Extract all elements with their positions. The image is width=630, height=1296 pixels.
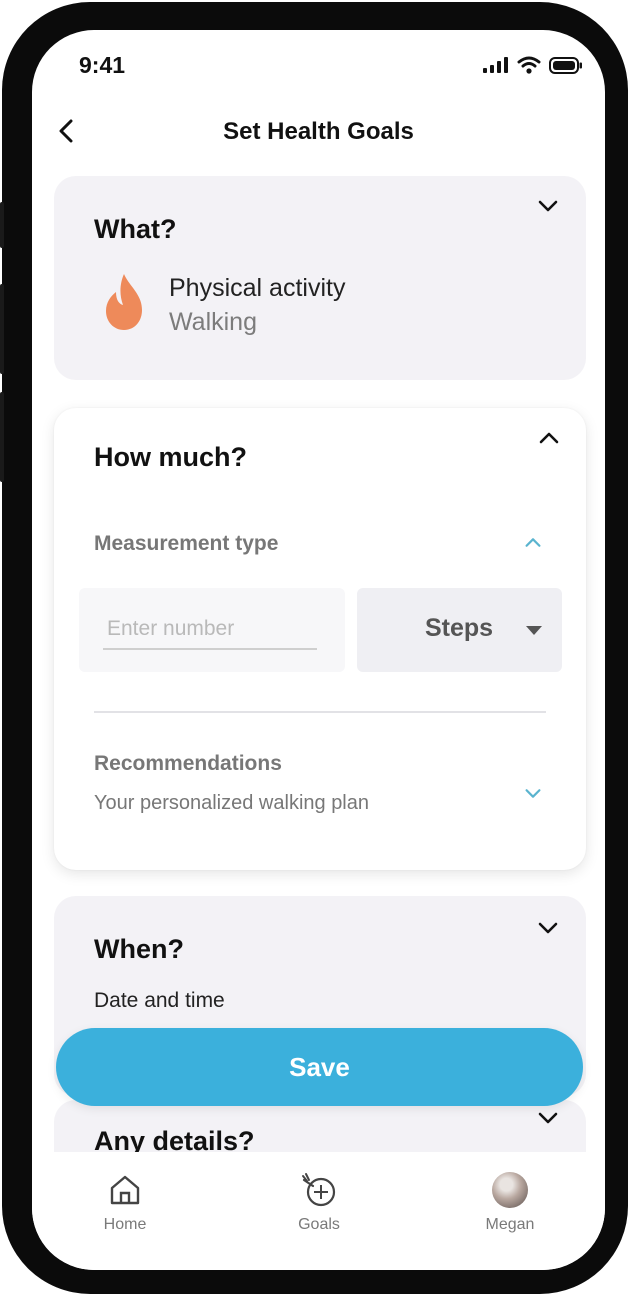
activity-type: Walking	[169, 308, 257, 336]
wifi-icon	[517, 56, 541, 74]
flame-icon	[106, 274, 142, 330]
chevron-down-icon[interactable]	[522, 782, 544, 804]
tab-bar: Home Goals Megan	[32, 1152, 605, 1270]
measurement-type-label: Measurement type	[94, 532, 279, 555]
how-much-card: How much? Measurement type Steps Recomme…	[54, 408, 586, 870]
divider	[94, 711, 546, 713]
home-icon	[110, 1175, 140, 1205]
what-card[interactable]: What? Physical activity Walking	[54, 176, 586, 380]
target-icon	[302, 1173, 336, 1207]
signal-icon	[483, 57, 508, 73]
tab-profile[interactable]: Megan	[460, 1162, 560, 1233]
tab-goals[interactable]: Goals	[269, 1162, 369, 1233]
avatar	[492, 1172, 528, 1208]
caret-down-icon	[526, 626, 542, 635]
chevron-down-icon[interactable]	[536, 1106, 560, 1130]
recommendations-label: Recommendations	[94, 752, 282, 775]
number-field-container	[79, 588, 345, 672]
chevron-up-icon[interactable]	[537, 426, 561, 450]
recommendations-text: Your personalized walking plan	[94, 792, 369, 814]
side-button	[0, 202, 4, 248]
tab-home-label: Home	[103, 1216, 147, 1233]
activity-name: Physical activity	[169, 274, 346, 302]
how-much-title: How much?	[94, 442, 247, 472]
chevron-down-icon[interactable]	[536, 194, 560, 218]
unit-selected: Steps	[425, 614, 494, 642]
tab-goals-label: Goals	[298, 1216, 340, 1233]
volume-up-button	[0, 284, 4, 374]
what-title: What?	[94, 214, 177, 244]
tab-profile-label: Megan	[485, 1216, 535, 1233]
volume-down-button	[0, 392, 4, 482]
save-button[interactable]: Save	[56, 1028, 583, 1106]
chevron-down-icon[interactable]	[536, 916, 560, 940]
page-title: Set Health Goals	[223, 118, 414, 145]
unit-dropdown[interactable]: Steps	[357, 588, 562, 672]
screen: 9:41 Set Health Goals What? Physical act…	[32, 30, 605, 1270]
battery-icon	[549, 56, 582, 74]
status-icons	[483, 56, 583, 74]
chevron-up-icon[interactable]	[522, 532, 544, 554]
when-subtitle: Date and time	[94, 989, 225, 1012]
number-input[interactable]	[103, 610, 317, 650]
tab-home[interactable]: Home	[75, 1162, 175, 1233]
phone-frame: 9:41 Set Health Goals What? Physical act…	[0, 2, 628, 1294]
status-time: 9:41	[79, 52, 126, 78]
when-title: When?	[94, 934, 184, 964]
